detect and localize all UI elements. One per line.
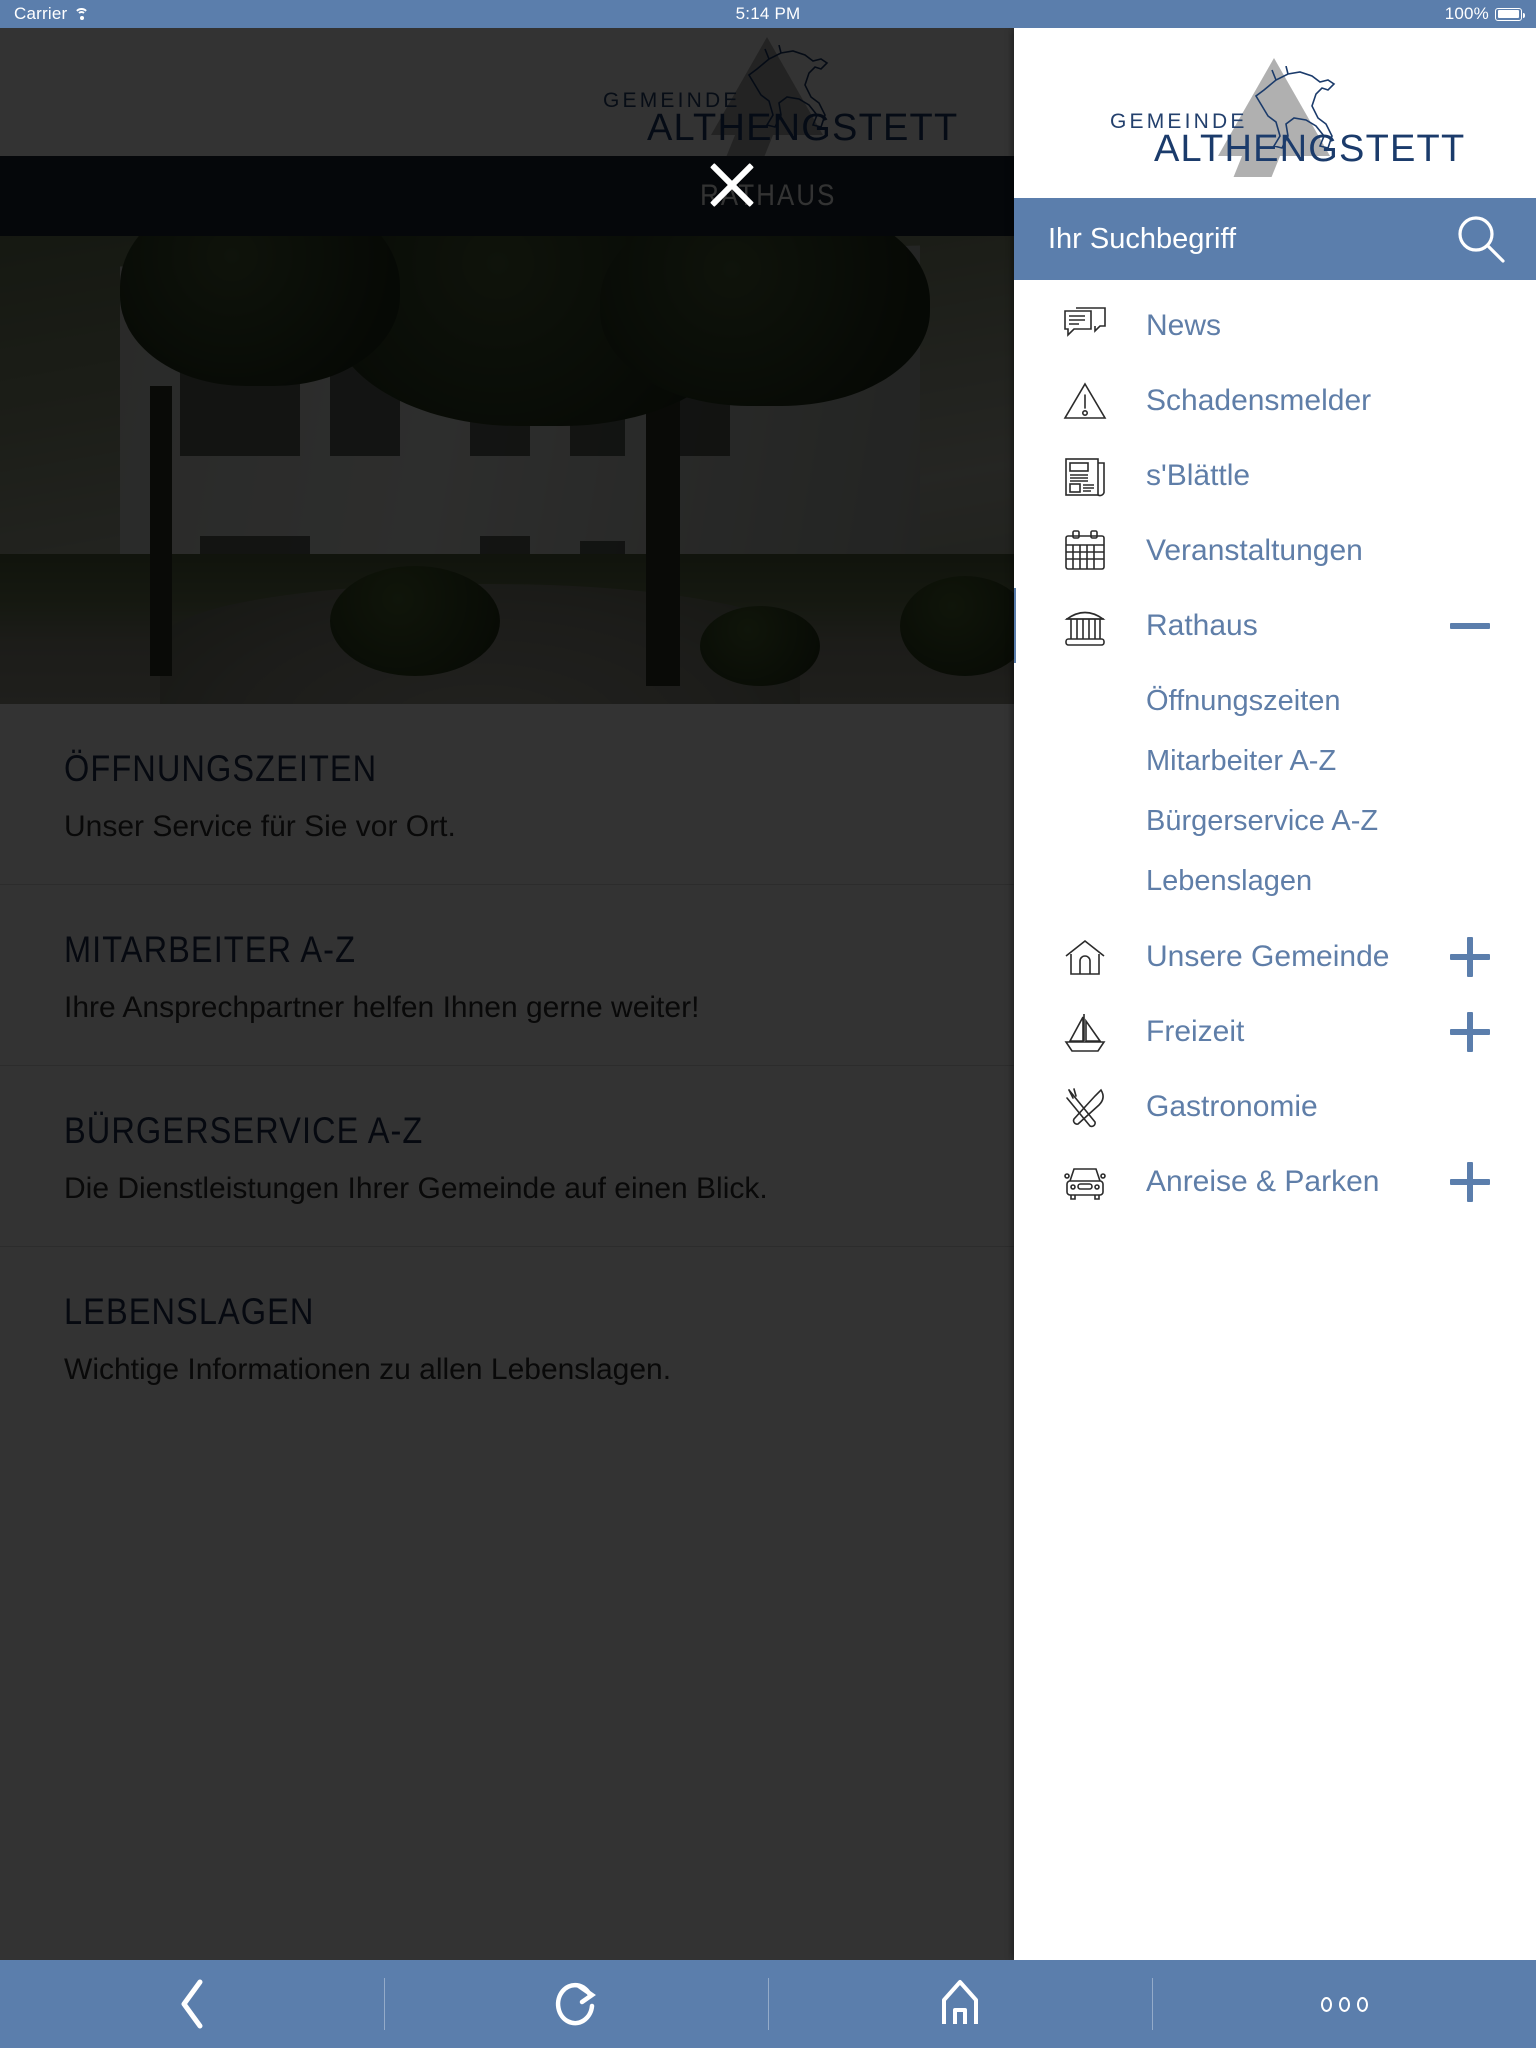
navigation-drawer: GEMEINDE ALTHENGSTETT Ihr Suchbegriff Ne… (1014, 28, 1536, 1960)
brand-line-2: ALTHENGSTETT (647, 107, 959, 149)
sidebar-item-label: News (1146, 308, 1222, 342)
home-button[interactable] (768, 1978, 1152, 2030)
search-input[interactable]: Ihr Suchbegriff (1048, 223, 1454, 256)
althengstett-horse-logo: GEMEINDE ALTHENGSTETT (603, 37, 957, 156)
expand-plus-icon[interactable] (1450, 1161, 1490, 1202)
sidebar-item-label: Schadensmelder (1146, 383, 1372, 417)
submenu-item-buergerservice-a-z[interactable]: Bürgerservice A-Z (1014, 791, 1536, 851)
close-icon[interactable] (700, 152, 764, 216)
search-icon[interactable] (1454, 212, 1508, 266)
submenu-item-mitarbeiter-a-z[interactable]: Mitarbeiter A-Z (1014, 731, 1536, 791)
fork-knife-icon (1062, 1084, 1108, 1130)
house-icon (1062, 934, 1108, 980)
home-icon (942, 1980, 978, 2024)
clock-label: 5:14 PM (735, 4, 801, 23)
app-root: Carrier 5:14 PM 100% GEMEINDE ALTHENGSTE… (0, 0, 1536, 2048)
sidebar-item-label: Freizeit (1146, 1014, 1245, 1048)
sidebar-item-sblaettle[interactable]: s'Blättle (1014, 438, 1536, 513)
sidebar-item-veranstaltungen[interactable]: Veranstaltungen (1014, 513, 1536, 588)
sidebar-item-unsere-gemeinde[interactable]: Unsere Gemeinde (1014, 919, 1536, 994)
submenu-item-label: Öffnungszeiten (1146, 684, 1341, 717)
car-front-icon (1062, 1159, 1108, 1205)
search-bar[interactable]: Ihr Suchbegriff (1014, 198, 1536, 280)
sidebar-item-anreise-parken[interactable]: Anreise & Parken (1014, 1144, 1536, 1219)
sidebar-item-label: s'Blättle (1146, 458, 1251, 492)
collapse-minus-icon[interactable] (1450, 606, 1490, 646)
sailboat-icon (1062, 1009, 1108, 1055)
althengstett-horse-logo: GEMEINDE ALTHENGSTETT (1110, 58, 1464, 177)
browser-toolbar (0, 1960, 1536, 2048)
status-bar-right: 100% (1444, 4, 1525, 24)
back-chevron-icon (181, 1979, 203, 2029)
submenu-item-lebenslagen[interactable]: Lebenslagen (1014, 851, 1536, 911)
sidebar-item-rathaus[interactable]: Rathaus (1014, 588, 1536, 663)
reload-icon (555, 1982, 596, 2026)
rathaus-submenu: Öffnungszeiten Mitarbeiter A-Z Bürgerser… (1014, 663, 1536, 919)
back-button[interactable] (0, 1978, 384, 2030)
expand-plus-icon[interactable] (1450, 936, 1490, 977)
sidebar-item-freizeit[interactable]: Freizeit (1014, 994, 1536, 1069)
menu-list: News Schadensmelder s'Blättle Veranstalt… (1014, 280, 1536, 1960)
more-button[interactable] (1152, 1978, 1536, 2030)
submenu-item-label: Mitarbeiter A-Z (1146, 744, 1337, 777)
sidebar-item-news[interactable]: News (1014, 288, 1536, 363)
warning-triangle-icon (1062, 378, 1108, 424)
submenu-item-oeffnungszeiten[interactable]: Öffnungszeiten (1014, 671, 1536, 731)
more-dots-icon (1320, 1996, 1368, 2012)
brand-line-2: ALTHENGSTETT (1154, 128, 1466, 170)
sidebar-item-schadensmelder[interactable]: Schadensmelder (1014, 363, 1536, 438)
status-bar: Carrier 5:14 PM 100% (0, 0, 1536, 28)
town-hall-icon (1062, 603, 1108, 649)
battery-percent-label: 100% (1444, 4, 1489, 23)
sidebar-item-label: Anreise & Parken (1146, 1164, 1380, 1198)
sidebar-item-label: Gastronomie (1146, 1089, 1318, 1123)
newspaper-icon (1062, 453, 1108, 499)
chat-bubbles-icon (1062, 303, 1108, 349)
sidebar-item-label: Rathaus (1146, 608, 1258, 642)
sidebar-logo: GEMEINDE ALTHENGSTETT (1014, 28, 1536, 198)
submenu-item-label: Lebenslagen (1146, 864, 1313, 897)
expand-plus-icon[interactable] (1450, 1011, 1490, 1052)
submenu-item-label: Bürgerservice A-Z (1146, 804, 1379, 837)
sidebar-item-label: Unsere Gemeinde (1146, 939, 1390, 973)
calendar-icon (1062, 528, 1108, 574)
battery-full-icon (1495, 7, 1525, 21)
sidebar-item-label: Veranstaltungen (1146, 533, 1363, 567)
sidebar-item-gastronomie[interactable]: Gastronomie (1014, 1069, 1536, 1144)
reload-button[interactable] (384, 1978, 768, 2030)
